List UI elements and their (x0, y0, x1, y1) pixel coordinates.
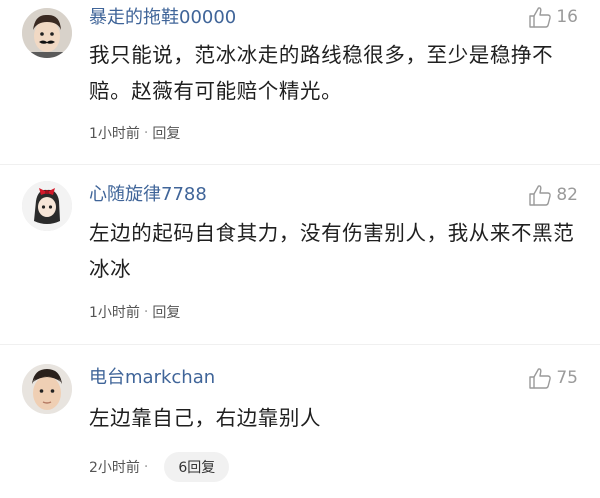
avatar-image-icon (22, 364, 72, 414)
comment-username[interactable]: 心随旋律7788 (89, 184, 207, 206)
reply-button[interactable]: 回复 (152, 302, 180, 322)
comment-text: 左边靠自己，右边靠别人 (89, 406, 322, 430)
avatar-image-icon (22, 181, 72, 231)
avatar[interactable] (22, 364, 72, 414)
comment-time: 2小时前 (89, 460, 140, 476)
comment-time: 1小时前 (89, 305, 140, 321)
comment-username[interactable]: 电台markchan (89, 367, 215, 389)
like-count: 16 (556, 7, 578, 27)
meta-separator: · (143, 459, 149, 475)
comment-meta: 1小时前 · 回复 (89, 302, 180, 322)
reply-count-button[interactable]: 6回复 (164, 452, 230, 482)
like-button[interactable]: 82 (528, 184, 578, 206)
like-count: 75 (556, 368, 578, 388)
meta-separator: · (143, 304, 149, 320)
comment-meta: 1小时前 · 回复 (89, 123, 180, 143)
like-button[interactable]: 16 (528, 6, 578, 28)
reply-button[interactable]: 回复 (152, 123, 180, 143)
comment-item: 心随旋律7788 82 左边的起码自食其力，没有伤害别人，我从来不黑范冰冰 1小… (0, 178, 600, 338)
avatar[interactable] (22, 8, 72, 58)
comment-text: 左边的起码自食其力，没有伤害别人，我从来不黑范冰冰 (89, 221, 575, 281)
comment-item: 电台markchan 75 左边靠自己，右边靠别人 2小时前 · 6回复 (0, 360, 600, 498)
meta-separator: · (143, 125, 149, 141)
comment-text: 我只能说，范冰冰走的路线稳很多，至少是稳挣不赔。赵薇有可能赔个精光。 (89, 43, 554, 103)
thumbs-up-icon (529, 7, 552, 28)
comment-username[interactable]: 暴走的拖鞋00000 (89, 7, 236, 29)
avatar[interactable] (22, 181, 72, 231)
divider (0, 344, 600, 345)
comment-item: 暴走的拖鞋00000 16 我只能说，范冰冰走的路线稳很多，至少是稳挣不赔。赵薇… (0, 0, 600, 160)
avatar-image-icon (22, 8, 72, 58)
comment-meta: 2小时前 · 6回复 (89, 452, 230, 482)
like-button[interactable]: 75 (528, 367, 578, 389)
divider (0, 164, 600, 165)
comment-time: 1小时前 (89, 126, 140, 142)
like-count: 82 (556, 185, 578, 205)
thumbs-up-icon (529, 185, 552, 206)
thumbs-up-icon (529, 368, 552, 389)
